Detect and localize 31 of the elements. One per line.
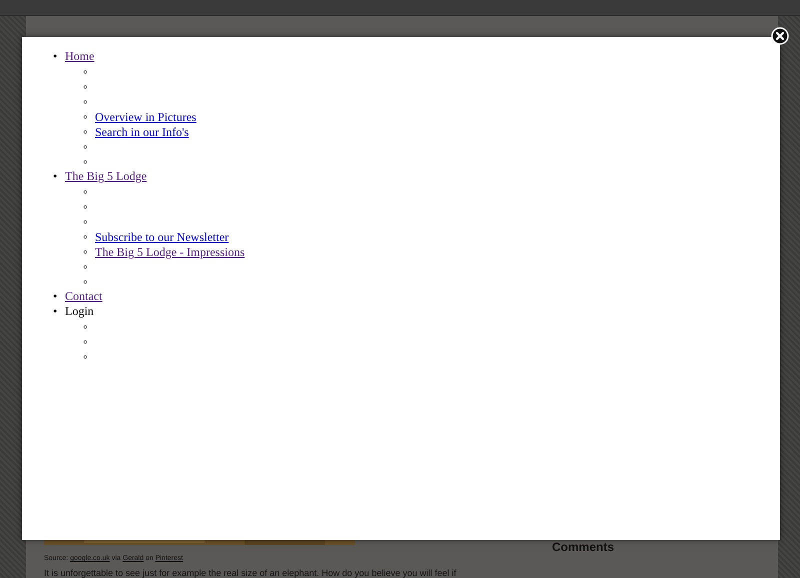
menu-link[interactable]: Home <box>65 49 94 64</box>
bullet-marker: ◦ <box>83 64 89 79</box>
bullet-marker: ◦ <box>83 154 89 169</box>
submenu-link[interactable]: Search in our Info's <box>95 125 189 140</box>
bullet-marker: ◦ <box>83 229 89 244</box>
submenu-link[interactable]: Subscribe to our Newsletter <box>95 230 229 245</box>
bullet-marker: ◦ <box>83 214 89 229</box>
bullet-marker: ◦ <box>83 259 89 274</box>
bullet-marker: ◦ <box>83 94 89 109</box>
bullet-marker: • <box>53 169 58 184</box>
bullet-marker: ◦ <box>83 274 89 289</box>
bullet-marker: ◦ <box>83 124 89 139</box>
sidebar-heading: Comments <box>552 540 614 554</box>
bullet-marker: ◦ <box>83 184 89 199</box>
bullet-marker: ◦ <box>83 319 89 334</box>
submenu-link[interactable]: The Big 5 Lodge - Impressions <box>95 245 245 260</box>
bullet-marker: ◦ <box>83 139 89 154</box>
menu-link[interactable]: Contact <box>65 289 102 304</box>
menu-link[interactable]: The Big 5 Lodge <box>65 169 147 184</box>
submenu-link[interactable]: Overview in Pictures <box>95 110 196 125</box>
bullet-marker: ◦ <box>83 349 89 364</box>
bullet-marker: • <box>53 289 58 304</box>
bullet-marker: ◦ <box>83 199 89 214</box>
bullet-marker: • <box>53 304 58 319</box>
bullet-marker: ◦ <box>83 109 89 124</box>
bullet-marker: ◦ <box>83 244 89 259</box>
bullet-marker: ◦ <box>83 334 89 349</box>
article-paragraph: It is unforgettable to see just for example the real size of an elephant. How do you believe you will feel if <box>43 568 458 578</box>
close-button[interactable] <box>770 26 790 46</box>
bullet-marker: ◦ <box>83 79 89 94</box>
bullet-marker: • <box>53 49 58 64</box>
